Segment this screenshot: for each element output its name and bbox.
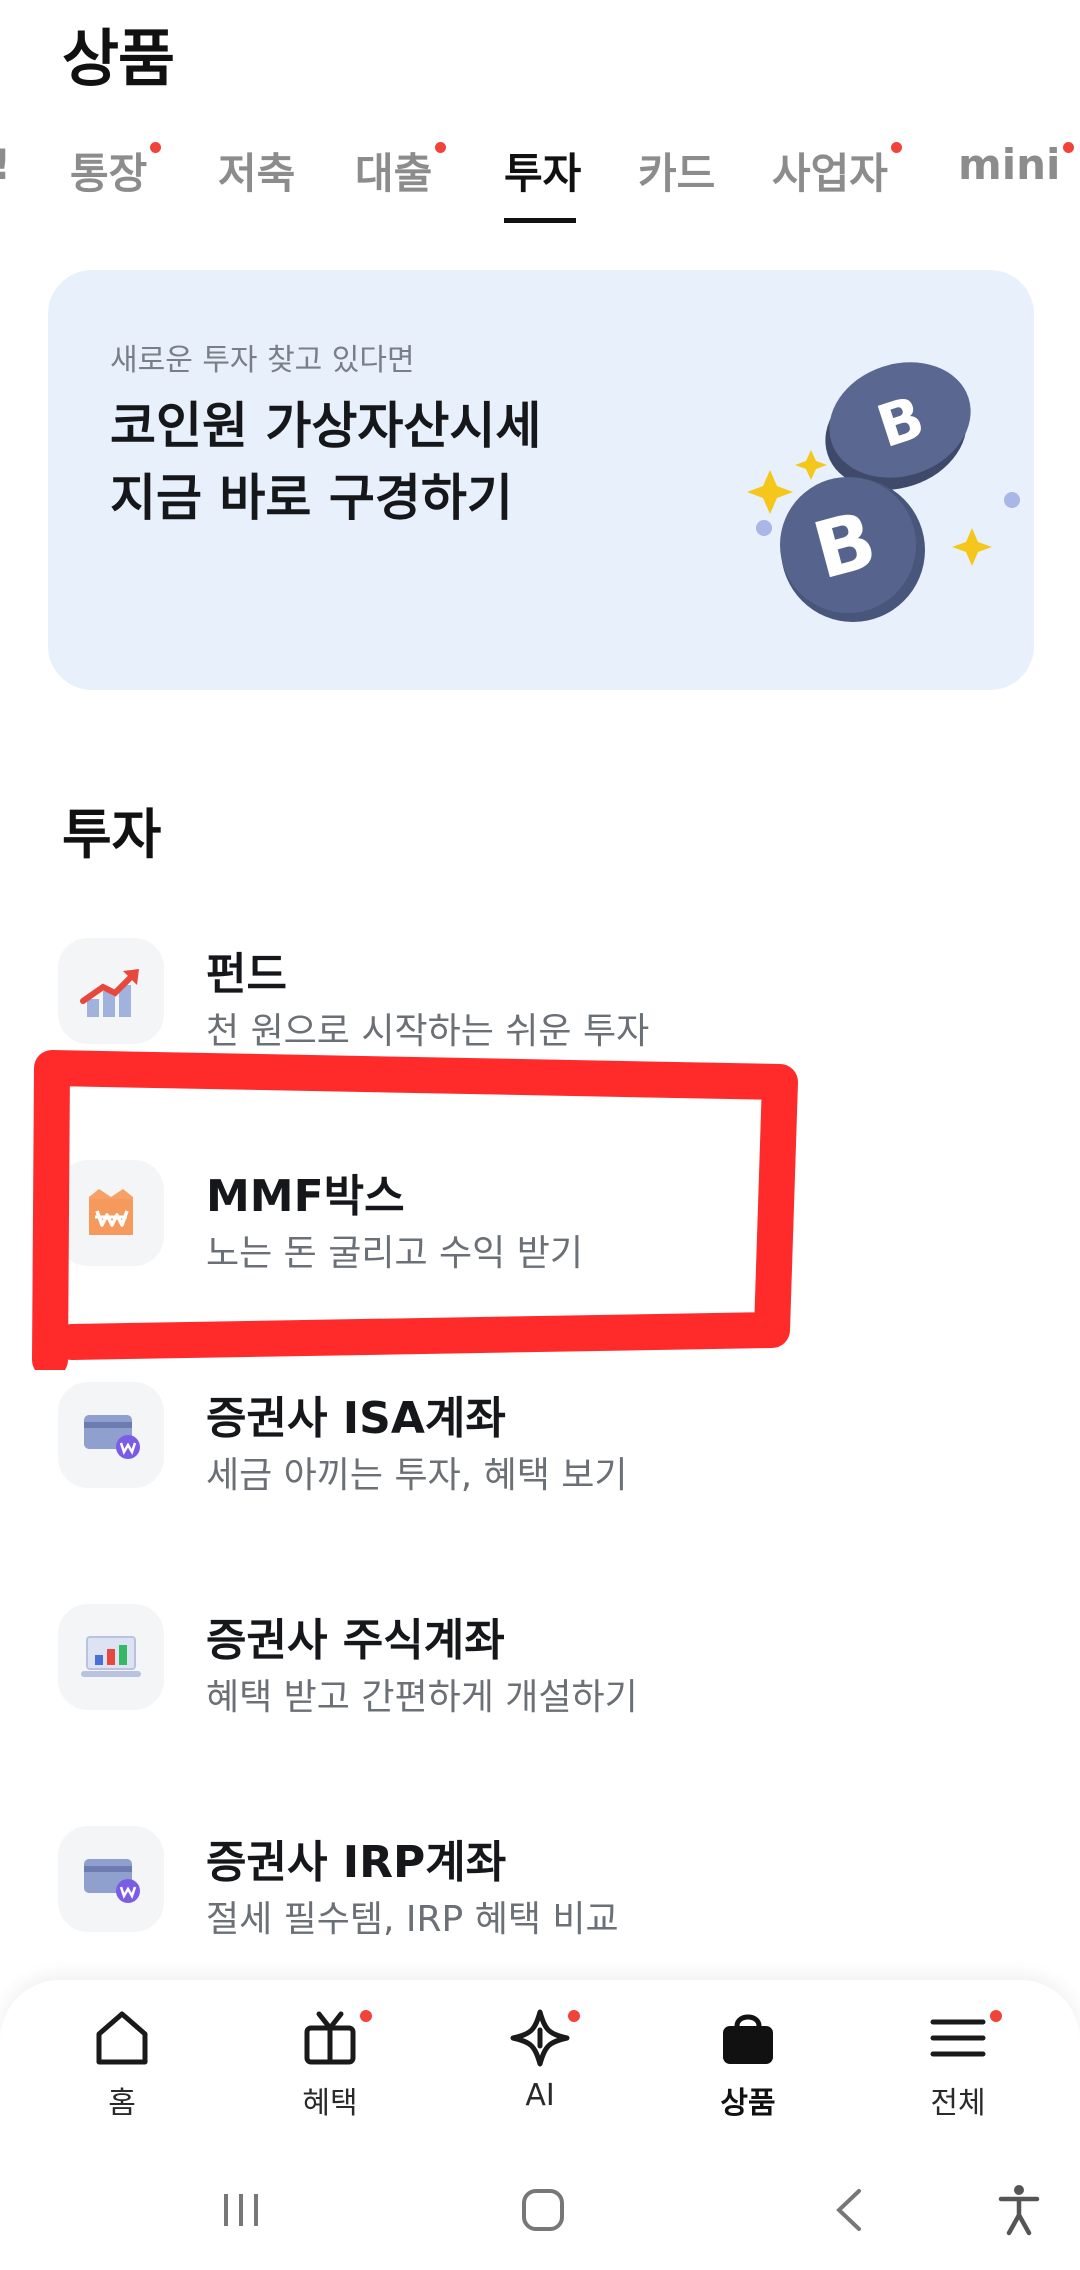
back-chevron-icon xyxy=(836,2189,861,2231)
new-dot xyxy=(150,142,162,153)
item-description: 절세 필수템, IRP 혜택 비교 xyxy=(206,1899,619,1940)
bitcoin-coins-icon: B B xyxy=(747,362,1020,622)
item-description: 천 원으로 시작하는 쉬운 투자 xyxy=(206,1011,650,1052)
tab-loan[interactable]: 대출 xyxy=(355,140,447,201)
laptop-chart-icon xyxy=(58,1604,164,1710)
list-item-stock-account[interactable]: 증권사 주식계좌 혜택 받고 간편하게 개설하기 xyxy=(58,1596,1018,1746)
home-button[interactable] xyxy=(508,2180,578,2240)
new-dot xyxy=(360,2010,372,2022)
new-dot xyxy=(568,2010,580,2022)
back-button[interactable] xyxy=(814,2180,884,2240)
tab-card[interactable]: 카드 xyxy=(638,140,715,201)
item-description: 세금 아끼는 투자, 혜택 보기 xyxy=(206,1455,628,1496)
active-tab-indicator xyxy=(504,218,576,223)
item-description: 혜택 받고 간편하게 개설하기 xyxy=(206,1677,638,1718)
tab-invest[interactable]: 투자 xyxy=(504,140,581,201)
nav-home[interactable]: 홈 xyxy=(62,2008,182,2138)
category-tabs: ! 통장 저축 대출 투자 카드 사업자 mini xyxy=(0,130,1080,230)
shopping-bag-icon xyxy=(723,2014,773,2064)
ai-diamond-icon xyxy=(510,2009,570,2067)
chart-up-icon xyxy=(58,938,164,1044)
won-box-icon xyxy=(58,1160,164,1266)
nav-benefits[interactable]: 혜택 xyxy=(270,2008,390,2138)
home-icon xyxy=(96,2011,148,2065)
system-navigation-bar xyxy=(0,2150,1080,2270)
tab-mini[interactable]: mini xyxy=(958,140,1075,189)
coinone-banner[interactable]: 새로운 투자 찾고 있다면 코인원 가상자산시세 지금 바로 구경하기 B B xyxy=(48,270,1034,690)
item-title: 증권사 ISA계좌 xyxy=(206,1393,506,1444)
new-dot xyxy=(1063,142,1075,153)
tab-business[interactable]: 사업자 xyxy=(772,140,902,201)
accessibility-button[interactable] xyxy=(984,2180,1054,2240)
section-title-invest: 투자 xyxy=(62,803,162,866)
list-item-mmf-box[interactable]: MMF박스 노는 돈 굴리고 수익 받기 xyxy=(58,1152,1018,1302)
recent-apps-icon xyxy=(224,2194,258,2226)
page-title: 상품 xyxy=(62,22,175,95)
card-won-icon xyxy=(58,1826,164,1932)
tab-bankbook[interactable]: 통장 xyxy=(70,140,162,201)
card-won-icon xyxy=(58,1382,164,1488)
tab-savings[interactable]: 저축 xyxy=(218,140,295,201)
banner-title: 코인원 가상자산시세 지금 바로 구경하기 xyxy=(110,397,542,527)
list-item-fund[interactable]: 펀드 천 원으로 시작하는 쉬운 투자 xyxy=(58,930,1018,1080)
menu-icon xyxy=(930,2019,986,2057)
home-square-icon xyxy=(522,2189,564,2231)
new-dot xyxy=(435,142,447,153)
nav-all-menu[interactable]: 전체 xyxy=(898,2008,1018,2138)
list-item-irp-account[interactable]: 증권사 IRP계좌 절세 필수템, IRP 혜택 비교 xyxy=(58,1818,1018,1968)
item-description: 노는 돈 굴리고 수익 받기 xyxy=(206,1233,583,1274)
nav-ai[interactable]: AI xyxy=(480,2008,600,2138)
item-title: MMF박스 xyxy=(206,1171,405,1222)
new-dot xyxy=(990,2010,1002,2022)
recent-apps-button[interactable] xyxy=(206,2180,276,2240)
item-title: 증권사 주식계좌 xyxy=(206,1615,505,1666)
list-item-isa-account[interactable]: 증권사 ISA계좌 세금 아끼는 투자, 혜택 보기 xyxy=(58,1374,1018,1524)
tab-partial[interactable]: ! xyxy=(0,140,11,189)
banner-subtitle: 새로운 투자 찾고 있다면 xyxy=(110,343,415,378)
item-title: 펀드 xyxy=(206,949,287,1000)
bottom-navigation: 홈 혜택 AI 상품 전체 xyxy=(0,1980,1080,2150)
accessibility-icon xyxy=(998,2185,1040,2236)
gift-icon xyxy=(304,2011,356,2065)
item-title: 증권사 IRP계좌 xyxy=(206,1837,507,1888)
nav-products[interactable]: 상품 xyxy=(688,2008,808,2138)
new-dot xyxy=(890,142,902,153)
